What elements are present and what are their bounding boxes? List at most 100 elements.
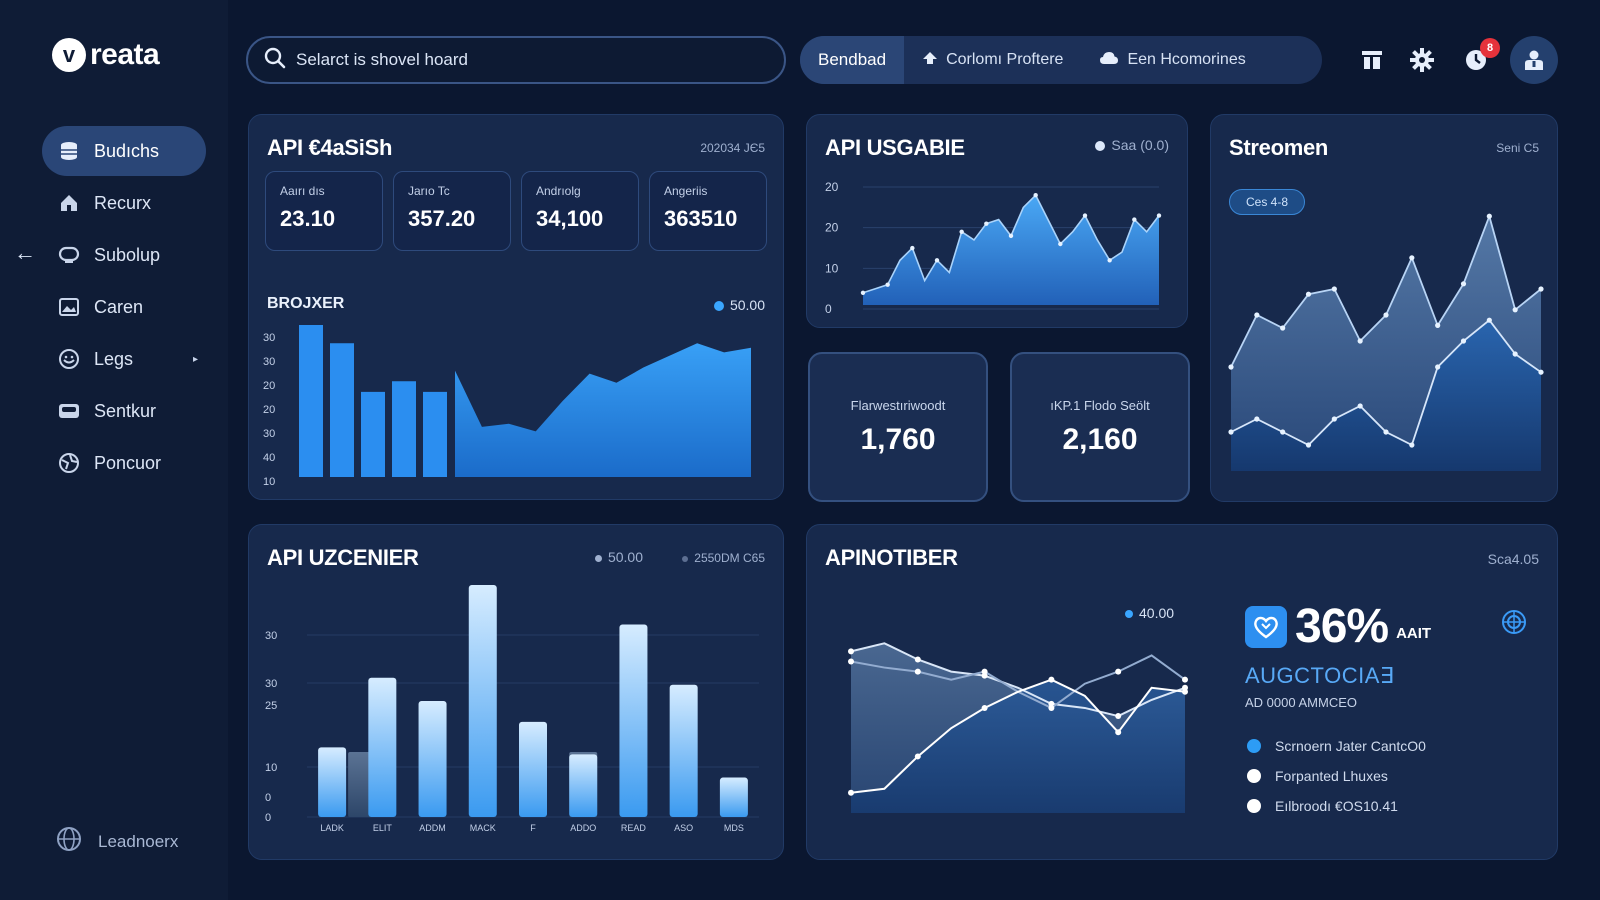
sidebar-item-label: Poncuor xyxy=(94,452,162,473)
data-point xyxy=(1008,233,1014,239)
data-point xyxy=(1409,255,1415,261)
clock-icon[interactable]: 8 xyxy=(1460,38,1500,76)
y-tick-label: 0 xyxy=(265,812,271,824)
data-point xyxy=(1460,281,1467,287)
search-bar[interactable] xyxy=(246,36,786,84)
x-tick-label: READ xyxy=(621,823,647,833)
heart-shield-icon xyxy=(1245,605,1287,648)
data-point xyxy=(1182,676,1188,683)
tab-bendbad[interactable]: Bendbad xyxy=(800,36,905,84)
globe-icon xyxy=(56,826,82,857)
logo-mark: v xyxy=(52,38,86,72)
data-point xyxy=(984,221,989,226)
data-point xyxy=(1305,442,1312,448)
data-point xyxy=(1082,213,1088,218)
data-point xyxy=(1383,312,1389,318)
stat-value: 1,760 xyxy=(860,422,936,456)
x-tick-label: ELIT xyxy=(373,823,393,833)
stat-label: ıKP.1 Flodo Seölt xyxy=(1050,397,1150,413)
legend-dot xyxy=(1247,769,1261,783)
bar xyxy=(392,381,416,477)
data-point xyxy=(981,704,988,711)
data-point xyxy=(1115,713,1122,720)
data-point xyxy=(981,668,988,675)
y-tick-label: 20 xyxy=(263,404,275,416)
data-point xyxy=(1254,312,1260,318)
y-tick-label: 10 xyxy=(825,261,839,275)
upload-icon xyxy=(922,51,938,70)
back-arrow-icon[interactable]: ← xyxy=(14,240,36,266)
kpi-value: 36% xyxy=(1295,600,1389,653)
kpi-subtitle: AD 0000 AMMCEO xyxy=(1245,695,1357,710)
data-point xyxy=(1409,442,1415,448)
target-icon[interactable] xyxy=(1501,609,1527,640)
api-uzcenier-card: API UZCENIER 50.00 2550DM C65 30 30 25 10 0 0… xyxy=(248,524,784,860)
data-point xyxy=(1115,729,1122,736)
data-point xyxy=(1048,676,1055,683)
sidebar-item-buduchs[interactable]: Budıchs xyxy=(42,126,206,176)
x-tick-label: LADK xyxy=(320,823,344,833)
layout-icon[interactable] xyxy=(1356,44,1388,76)
bar xyxy=(468,585,497,817)
data-point xyxy=(1486,213,1492,219)
face-icon xyxy=(58,348,80,370)
sidebar-item-subolup[interactable]: Subolup xyxy=(42,230,206,280)
legend-item[interactable]: Forpanted Lhuxes xyxy=(1247,761,1426,791)
data-point xyxy=(1115,668,1122,675)
sidebar-item-legs[interactable]: Legs ▸ xyxy=(42,334,206,384)
stat-card[interactable]: ıKP.1 Flodo Seölt 2,160 xyxy=(1010,352,1190,502)
y-tick-label: 0 xyxy=(825,302,832,316)
gear-icon[interactable] xyxy=(1406,44,1438,76)
sidebar-item-poncuor[interactable]: Poncuor xyxy=(42,438,206,488)
stat-card[interactable]: Flarwestıriwoodt 1,760 xyxy=(808,352,988,502)
sidebar-footer-link[interactable]: Leadnoerx xyxy=(56,826,178,857)
y-tick-label: 40 xyxy=(263,452,275,464)
data-point xyxy=(1435,364,1441,370)
x-tick-label: MDS xyxy=(724,823,744,833)
x-tick-label: F xyxy=(530,823,536,833)
data-point xyxy=(1280,325,1286,331)
legend-dot xyxy=(1247,799,1261,813)
api-usage-chart: 20 20 10 0 xyxy=(825,180,1162,316)
top-tabs: Bendbad Corlomı Proftere Een Hcomorines xyxy=(800,36,1322,84)
y-tick-label: 30 xyxy=(265,630,277,642)
sidebar-item-caren[interactable]: Caren xyxy=(42,282,206,332)
legend-dot xyxy=(1247,739,1261,753)
search-input[interactable] xyxy=(296,50,756,70)
data-point xyxy=(914,753,921,760)
tab-corlomi-proftere[interactable]: Corlomı Proftere xyxy=(904,36,1081,84)
bar xyxy=(368,677,397,817)
y-tick-label: 30 xyxy=(263,356,275,368)
data-point xyxy=(1512,351,1518,357)
user-avatar[interactable] xyxy=(1510,36,1558,84)
app-logo[interactable]: v reata xyxy=(52,38,160,72)
tab-label: Bendbad xyxy=(818,50,887,69)
data-point xyxy=(1280,429,1286,435)
data-point xyxy=(1156,213,1162,218)
bar xyxy=(619,624,648,817)
sidebar-item-sentkur[interactable]: Sentkur xyxy=(42,386,206,436)
bar xyxy=(418,701,447,817)
data-point xyxy=(1228,364,1234,370)
y-tick-label: 20 xyxy=(263,380,275,392)
legend-item[interactable]: Scrnoern Jater CantcO0 xyxy=(1247,731,1426,761)
area-series xyxy=(455,343,751,477)
legend-item[interactable]: Eılbroodı €OS10.41 xyxy=(1247,791,1426,821)
data-point xyxy=(1383,429,1389,435)
database-icon xyxy=(58,140,80,162)
sidebar-item-recurx[interactable]: Recurx xyxy=(42,178,206,228)
data-point xyxy=(1357,403,1363,409)
data-point xyxy=(1486,317,1492,323)
api-notiber-card: APINOTIBER Sca4.05 40.00 36% AAIT AUGCTO… xyxy=(806,524,1558,860)
bar xyxy=(569,754,598,817)
tab-een-hcomorines[interactable]: Een Hcomorines xyxy=(1081,36,1263,84)
api-analysis-card: API €4aSiSh 202034 ЈЄ5 Aaırı dıs 23.10 J… xyxy=(248,114,784,500)
streams-card: Streomen Seni C5 Ces 4-8 xyxy=(1210,114,1558,502)
data-point xyxy=(1048,704,1055,711)
api-uzcenier-chart: 30 30 25 10 0 0 LADK ELIT ADDM MACK F ADDO READ ASO MD… xyxy=(265,585,759,833)
sidebar-item-label: Legs xyxy=(94,348,134,369)
data-point xyxy=(860,290,866,295)
legend-dot xyxy=(1125,610,1133,619)
data-point xyxy=(914,656,921,663)
x-tick-label: ADDO xyxy=(570,823,596,833)
